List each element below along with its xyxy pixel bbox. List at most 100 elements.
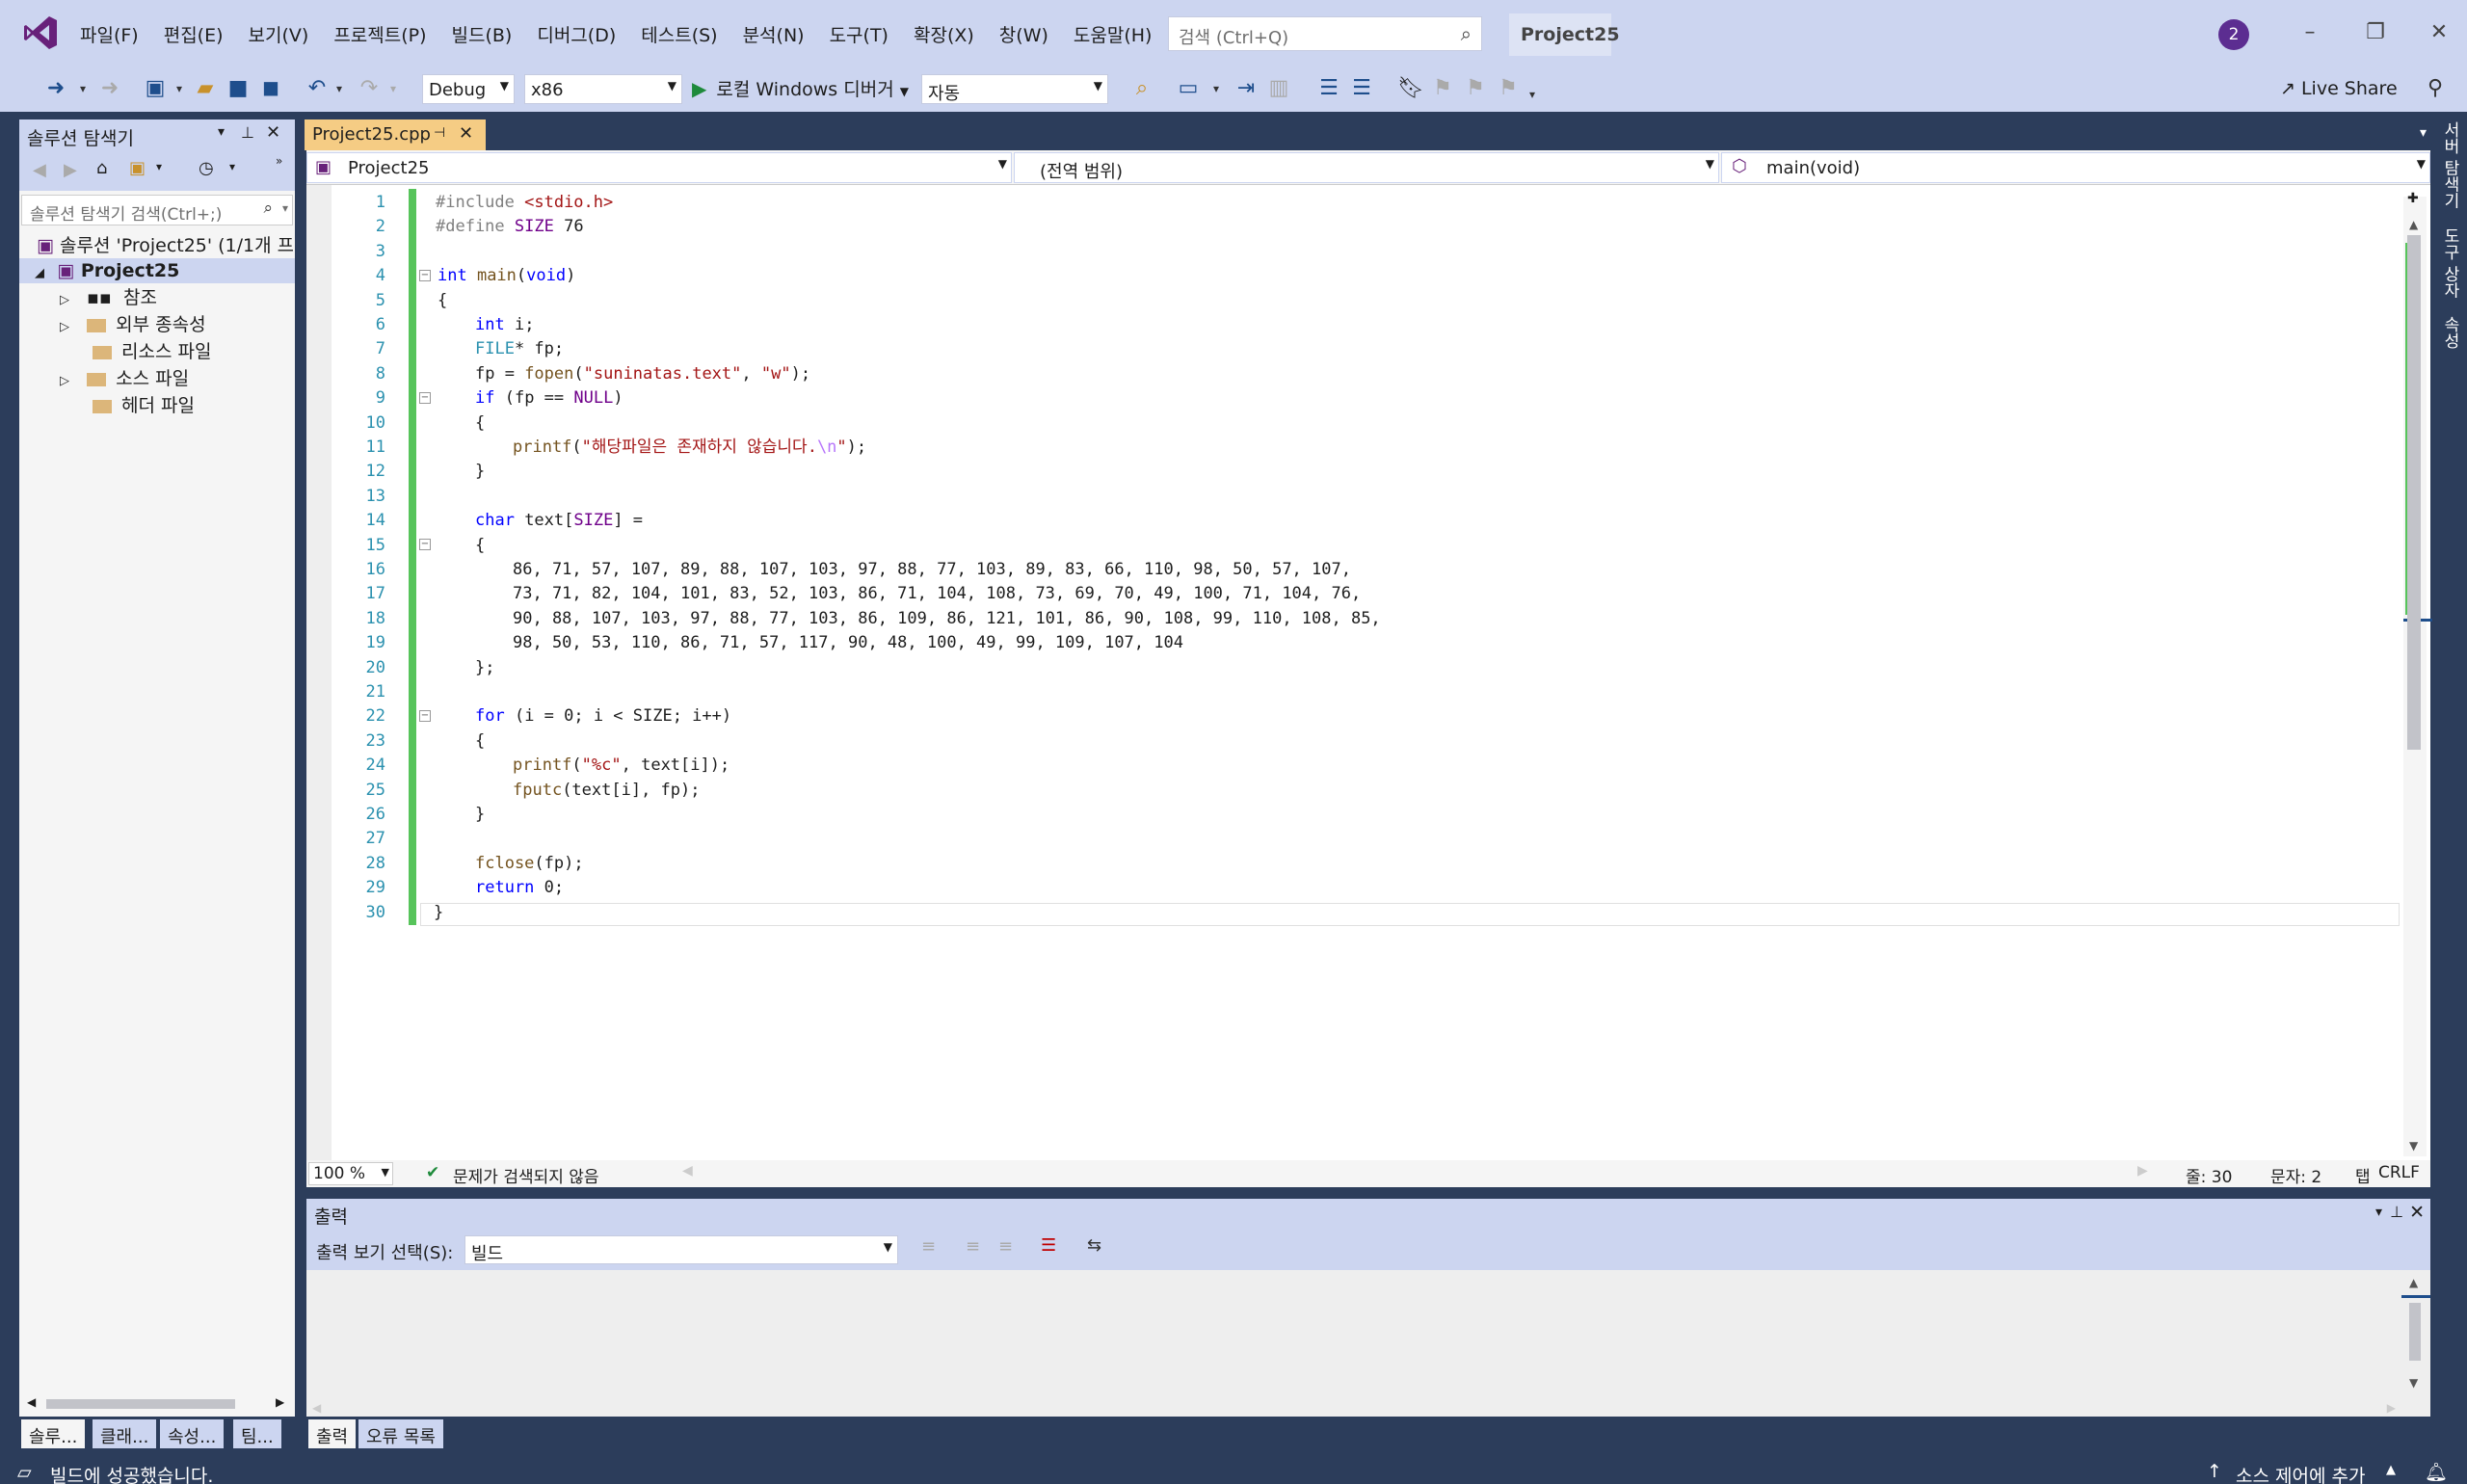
tree-item-external-dependencies[interactable]: ▷ 외부 종속성 xyxy=(60,312,206,337)
chevron-up-icon[interactable]: ▲ xyxy=(2386,1463,2396,1477)
toolbox-tab[interactable]: 도구 상자 xyxy=(2438,227,2462,298)
clear-bookmarks-icon[interactable]: ⚑ xyxy=(1496,73,1521,104)
screenshot-icon[interactable]: ▭ xyxy=(1176,73,1201,104)
menu-file[interactable]: 파일(F) xyxy=(67,17,151,51)
output-text-area[interactable]: ▲ ▼ ◀ ▶ xyxy=(306,1270,2430,1417)
line-indicator[interactable]: 줄: 30 xyxy=(2186,1163,2232,1187)
chevron-down-icon[interactable]: ▾ xyxy=(229,160,235,173)
tree-item-header-files[interactable]: 헤더 파일 xyxy=(93,393,195,418)
scroll-left-icon[interactable]: ◀ xyxy=(27,1395,36,1409)
minimize-button[interactable]: – xyxy=(2286,13,2334,52)
redo-icon[interactable]: ↷ xyxy=(357,73,382,104)
menu-build[interactable]: 빌드(B) xyxy=(439,17,525,51)
collapse-icon[interactable]: − xyxy=(419,392,431,404)
platform-select[interactable]: x86 ▼ xyxy=(524,74,682,104)
code-editor[interactable] xyxy=(306,185,2430,1160)
issues-status[interactable]: 문제가 검색되지 않음 xyxy=(453,1163,599,1187)
find-in-files-icon[interactable]: ⌕ xyxy=(1129,73,1154,104)
collapse-icon[interactable]: − xyxy=(419,539,431,550)
chevron-down-icon[interactable]: ▾ xyxy=(1208,73,1224,104)
debug-target-select[interactable]: 자동 ▼ xyxy=(921,74,1108,104)
close-panel-icon[interactable]: ✕ xyxy=(2409,1202,2425,1223)
next-bookmark-icon[interactable]: ⚑ xyxy=(1463,73,1488,104)
previous-message-icon[interactable]: ≡ xyxy=(966,1236,980,1257)
switch-views-icon[interactable]: ▣ xyxy=(129,158,146,178)
save-icon[interactable]: ■ xyxy=(225,73,251,104)
notification-bell-icon[interactable]: 🔔︎ xyxy=(2425,1461,2448,1483)
pin-icon[interactable]: ⊣ xyxy=(434,125,445,141)
open-file-icon[interactable]: ▰ xyxy=(193,73,218,104)
menu-debug[interactable]: 디버그(D) xyxy=(524,17,628,51)
output-source-select[interactable]: 빌드 ▼ xyxy=(464,1235,898,1264)
tab-output[interactable]: 출력 xyxy=(308,1419,357,1448)
scroll-down-icon[interactable]: ▼ xyxy=(2409,1376,2418,1390)
menu-edit[interactable]: 편집(E) xyxy=(151,17,236,51)
pin-icon[interactable]: ⊥ xyxy=(2390,1203,2403,1221)
chevron-down-icon[interactable]: ▾ xyxy=(172,73,187,104)
tree-item-resource-files[interactable]: 리소스 파일 xyxy=(93,339,211,364)
undo-icon[interactable]: ↶ xyxy=(305,73,330,104)
chevron-down-icon[interactable]: ▾ xyxy=(75,73,91,104)
overflow-icon[interactable]: » xyxy=(276,154,282,168)
line-ending-indicator[interactable]: CRLF xyxy=(2378,1163,2420,1182)
close-tab-icon[interactable]: ✕ xyxy=(459,123,473,144)
tab-team-explorer[interactable]: 팀... xyxy=(233,1419,281,1448)
save-all-icon[interactable]: ◼ xyxy=(258,73,283,104)
forward-icon[interactable]: ▶ xyxy=(64,160,77,180)
tree-item-references[interactable]: ▷ ▪▪ 참조 xyxy=(60,285,157,310)
tab-list-icon[interactable]: ▾ xyxy=(2420,125,2427,141)
clear-all-icon[interactable]: ☰ xyxy=(1041,1235,1056,1256)
back-icon[interactable]: ◀ xyxy=(33,160,46,180)
menu-analyze[interactable]: 분석(N) xyxy=(730,17,817,51)
scroll-up-icon[interactable]: ▲ xyxy=(2409,218,2418,231)
scroll-right-icon[interactable]: ▶ xyxy=(2387,1401,2396,1415)
project-node[interactable]: ◢ ▣ Project25 xyxy=(19,258,295,283)
bookmark-icon[interactable]: 🔖︎ xyxy=(1397,73,1424,104)
scroll-down-icon[interactable]: ▼ xyxy=(2409,1139,2418,1153)
restore-button[interactable]: ❐ xyxy=(2351,13,2400,52)
menu-project[interactable]: 프로젝트(P) xyxy=(321,17,438,51)
tab-error-list[interactable]: 오류 목록 xyxy=(358,1419,443,1448)
tab-class-view[interactable]: 클래... xyxy=(93,1419,157,1448)
menu-extensions[interactable]: 확장(X) xyxy=(901,17,987,51)
feedback-icon[interactable]: ⚲ xyxy=(2423,73,2448,104)
scrollbar-thumb[interactable] xyxy=(46,1399,235,1409)
menu-view[interactable]: 보기(V) xyxy=(236,17,322,51)
horizontal-scrollbar[interactable]: ◀ ▶ xyxy=(19,1393,295,1415)
start-debugging-button[interactable]: ▶ 로컬 Windows 디버거 ▼ xyxy=(692,73,909,104)
split-icon[interactable]: ✚ xyxy=(2407,191,2419,206)
toolbar-overflow-icon[interactable]: ▾ xyxy=(1525,79,1540,110)
add-to-source-control[interactable]: 소스 제어에 추가 xyxy=(2236,1462,2365,1484)
next-message-icon[interactable]: ≡ xyxy=(998,1236,1013,1257)
pin-icon[interactable]: ⊥ xyxy=(241,123,254,142)
solution-explorer-search[interactable]: 솔루션 탐색기 검색(Ctrl+;) ⌕ ▾ xyxy=(21,195,293,225)
server-explorer-tab[interactable]: 서버 탐색기 xyxy=(2438,121,2462,208)
forward-icon[interactable]: ➜ xyxy=(96,73,123,104)
scroll-right-icon[interactable]: ▶ xyxy=(276,1395,284,1409)
disabled-tool-icon[interactable]: ▥ xyxy=(1266,73,1291,104)
close-window-button[interactable]: ✕ xyxy=(2415,13,2463,52)
search-input[interactable]: 검색 (Ctrl+Q) ⌕ xyxy=(1168,16,1482,51)
chevron-down-icon[interactable]: ▾ xyxy=(332,73,347,104)
scroll-left-icon[interactable]: ◀ xyxy=(682,1163,693,1179)
project-scope-select[interactable]: ▣ Project25 ▼ xyxy=(306,152,1012,183)
menu-tools[interactable]: 도구(T) xyxy=(817,17,901,51)
menu-test[interactable]: 테스트(S) xyxy=(628,17,729,51)
home-icon[interactable]: ⌂ xyxy=(96,158,107,178)
zoom-select[interactable]: 100 % ▼ xyxy=(308,1162,393,1185)
collapse-icon[interactable]: − xyxy=(419,270,431,281)
live-share-button[interactable]: ↗ Live Share xyxy=(2280,73,2398,104)
configuration-select[interactable]: Debug ▼ xyxy=(422,74,515,104)
back-icon[interactable]: ➜ xyxy=(42,73,69,104)
scrollbar-thumb[interactable] xyxy=(2407,235,2421,750)
output-vertical-scrollbar[interactable]: ▲ ▼ xyxy=(2401,1276,2430,1411)
outdent-icon[interactable]: ☰ xyxy=(1316,73,1341,104)
word-wrap-icon[interactable]: ⇆ xyxy=(1087,1235,1101,1256)
tab-indicator[interactable]: 탭 xyxy=(2355,1163,2371,1187)
previous-bookmark-icon[interactable]: ⚑ xyxy=(1430,73,1455,104)
scroll-up-icon[interactable]: ▲ xyxy=(2409,1276,2418,1289)
global-scope-select[interactable]: (전역 범위) ▼ xyxy=(1014,152,1719,183)
panel-menu-icon[interactable]: ▾ xyxy=(2375,1205,2382,1220)
column-indicator[interactable]: 문자: 2 xyxy=(2270,1163,2321,1187)
notification-badge[interactable]: 2 xyxy=(2218,19,2249,50)
